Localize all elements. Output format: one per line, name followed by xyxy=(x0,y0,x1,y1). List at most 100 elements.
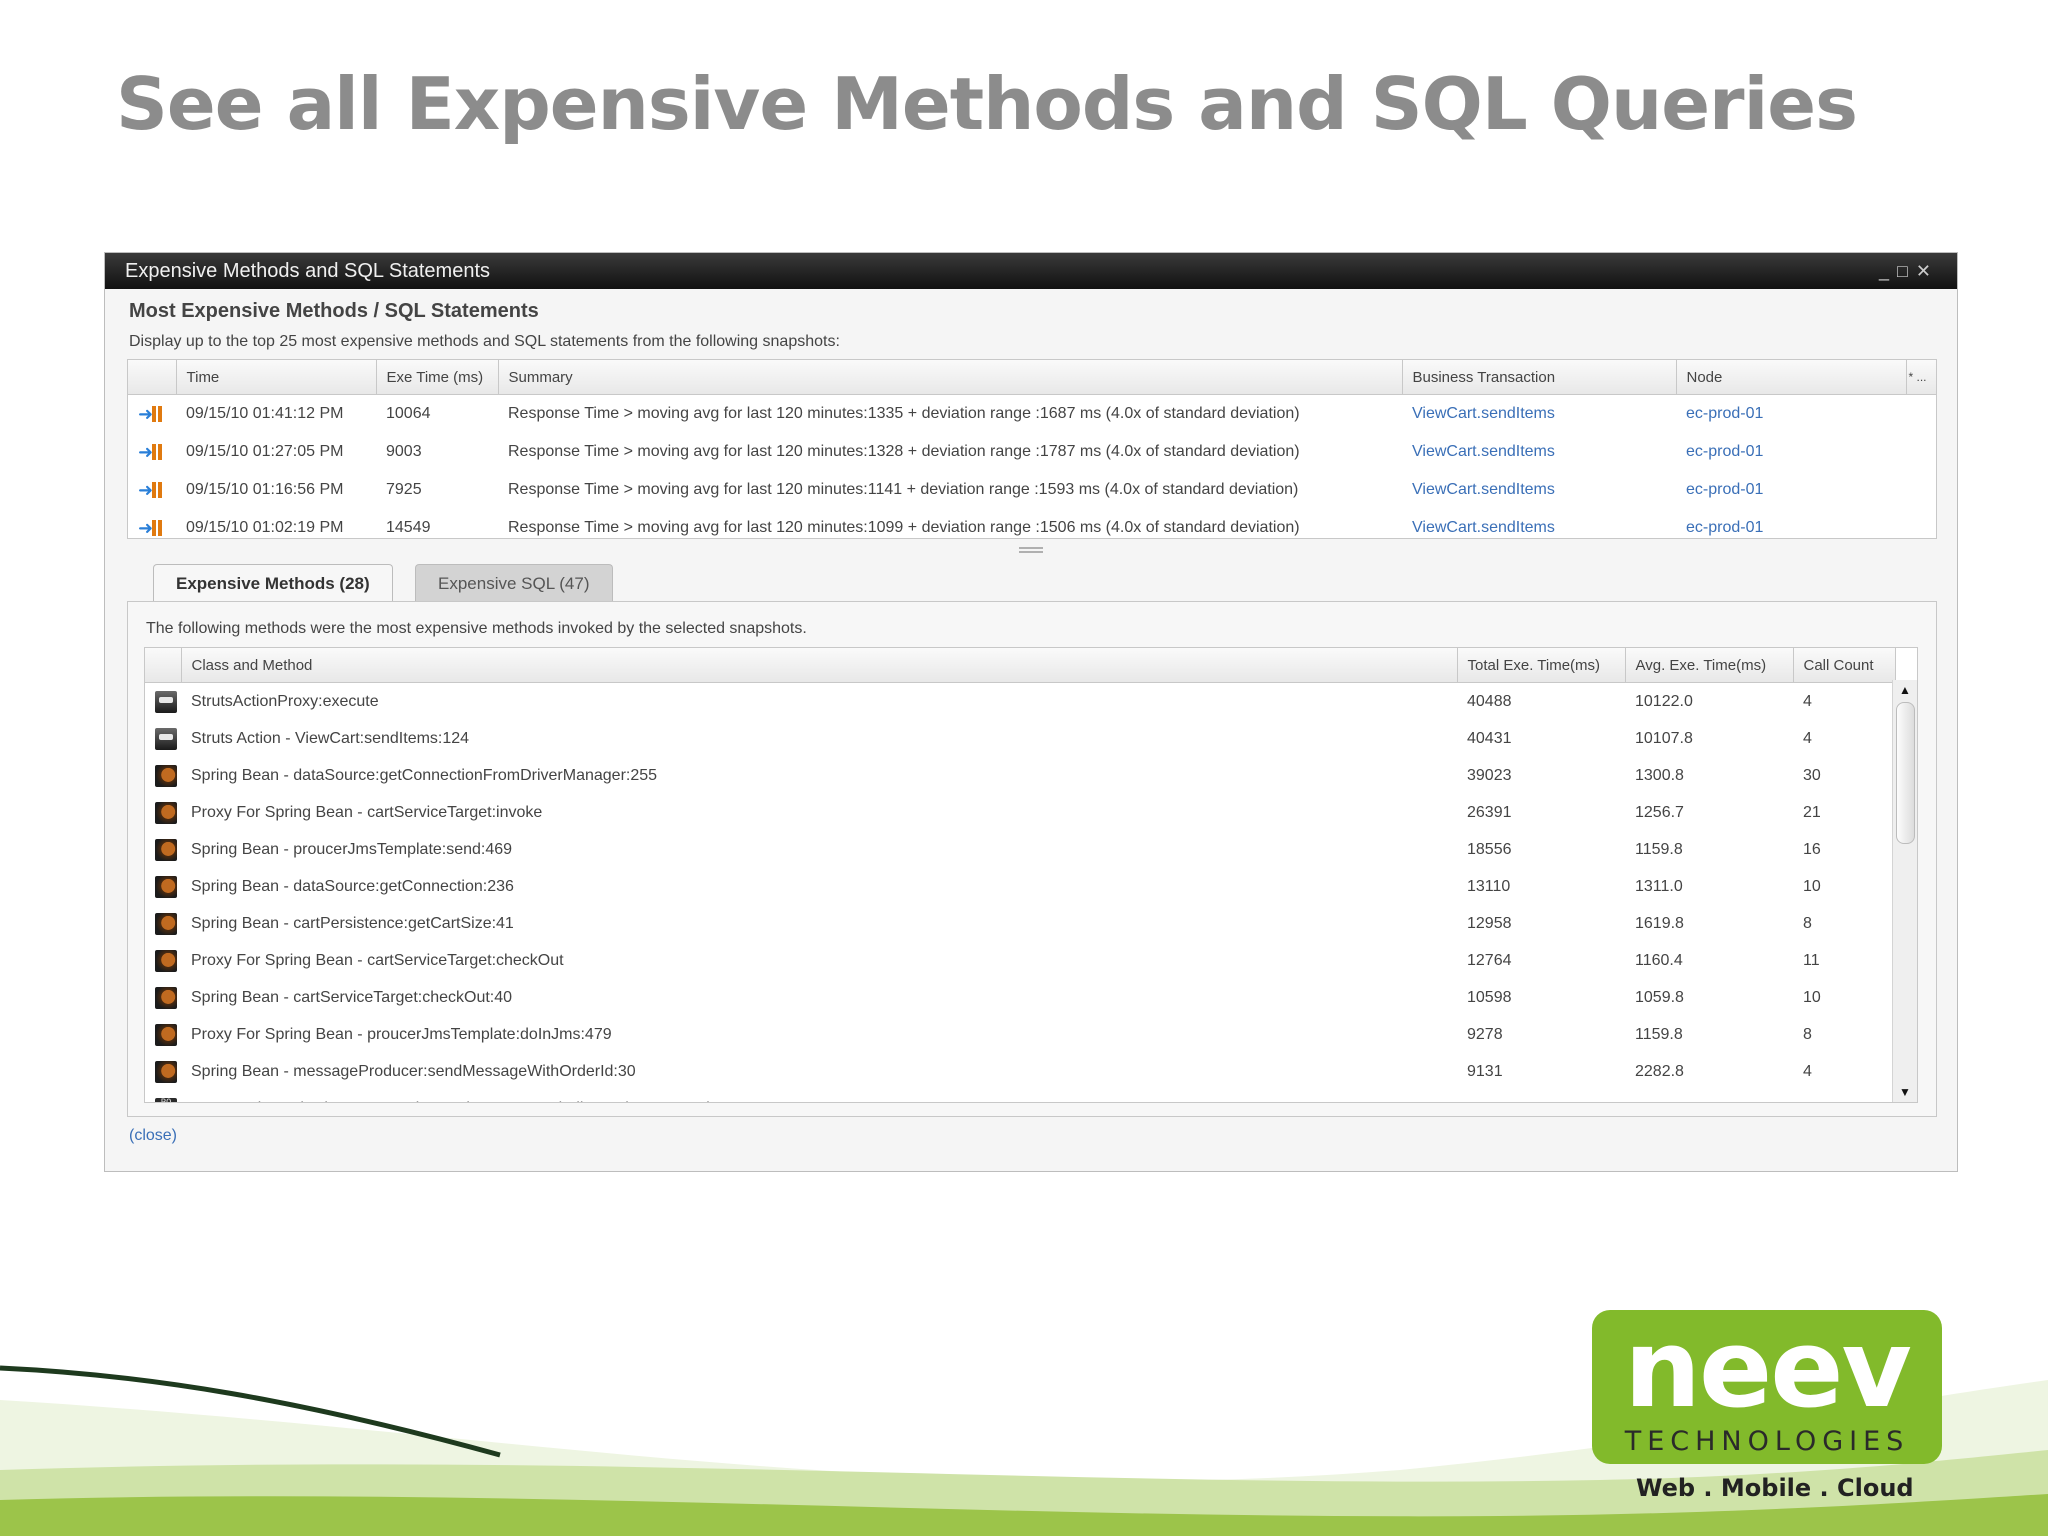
method-total-time: 12764 xyxy=(1467,951,1512,969)
snapshots-header-row: Time Exe Time (ms) Summary Business Tran… xyxy=(128,360,1937,395)
snapshot-summary: Response Time > moving avg for last 120 … xyxy=(508,443,1300,460)
column-chooser[interactable]: * ... xyxy=(1906,360,1937,395)
section-title: Most Expensive Methods / SQL Statements xyxy=(129,300,539,322)
snapshot-summary: Response Time > moving avg for last 120 … xyxy=(508,481,1299,498)
column-header-total-time[interactable]: Total Exe. Time(ms) xyxy=(1457,648,1626,683)
method-call-count: 21 xyxy=(1803,803,1821,821)
method-name: Proxy For Spring Bean - cartServiceTarge… xyxy=(191,803,543,821)
method-row[interactable]: Struts Action - ViewCart:sendItems:124 40… xyxy=(145,720,1895,757)
snapshot-drilldown-icon[interactable]: ➜ xyxy=(138,442,164,462)
snapshot-row[interactable]: ➜ 09/15/10 01:27:05 PM 9003 Response Tim… xyxy=(128,433,1936,471)
method-name: com.appdynamics.inventory.OrderServiceSO… xyxy=(181,1090,1457,1103)
column-header-time[interactable]: Time xyxy=(176,360,377,395)
close-link[interactable]: (close) xyxy=(129,1127,177,1145)
spring-bean-icon xyxy=(155,949,177,972)
method-call-count: 10 xyxy=(1793,1090,1895,1103)
method-row[interactable]: Proxy For Spring Bean - proucerJmsTempla… xyxy=(145,1016,1895,1053)
column-header-icon[interactable] xyxy=(128,360,177,395)
method-row[interactable]: Spring Bean - proucerJmsTemplate:send:46… xyxy=(145,831,1895,868)
spring-bean-icon xyxy=(155,912,177,935)
business-transaction-link[interactable]: ViewCart.sendItems xyxy=(1412,443,1555,460)
method-name: Spring Bean - proucerJmsTemplate:send:46… xyxy=(191,840,513,858)
method-row[interactable]: Spring Bean - dataSource:getConnectionFr… xyxy=(145,757,1895,794)
node-link[interactable]: ec-prod-01 xyxy=(1686,405,1763,422)
method-row[interactable]: Spring Bean - cartServiceTarget:checkOut… xyxy=(145,979,1895,1016)
column-header-exe-time[interactable]: Exe Time (ms) xyxy=(376,360,499,395)
snapshot-row[interactable]: ➜ 09/15/10 01:41:12 PM 10064 Response Ti… xyxy=(128,395,1936,434)
method-call-count: 8 xyxy=(1803,914,1812,932)
snapshot-row[interactable]: ➜ 09/15/10 01:02:19 PM 14549 Response Ti… xyxy=(128,509,1936,547)
method-total-time: 10598 xyxy=(1467,988,1512,1006)
column-header-summary[interactable]: Summary xyxy=(498,360,1403,395)
method-row[interactable]: Proxy For Spring Bean - cartServiceTarge… xyxy=(145,794,1895,831)
minimize-icon[interactable]: _ xyxy=(1879,261,1897,281)
window-titlebar: Expensive Methods and SQL Statements _□✕ xyxy=(105,253,1957,289)
node-link[interactable]: ec-prod-01 xyxy=(1686,481,1763,498)
brand-tagline: Web . Mobile . Cloud xyxy=(1636,1474,1914,1502)
method-avg-time: 1300.8 xyxy=(1635,766,1684,784)
method-avg-time: 10122.0 xyxy=(1635,692,1693,710)
node-link[interactable]: ec-prod-01 xyxy=(1686,519,1763,536)
method-avg-time: 2282.8 xyxy=(1635,1062,1684,1080)
business-transaction-link[interactable]: ViewCart.sendItems xyxy=(1412,405,1555,422)
snapshot-time: 09/15/10 01:16:56 PM xyxy=(186,481,344,498)
method-name: Proxy For Spring Bean - cartServiceTarge… xyxy=(191,951,564,969)
method-avg-time: 1619.8 xyxy=(1635,914,1684,932)
snapshot-drilldown-icon[interactable]: ➜ xyxy=(138,518,164,538)
methods-scrollbar[interactable]: ▲ ▼ xyxy=(1892,680,1917,1102)
column-header-call-count[interactable]: Call Count xyxy=(1793,648,1896,683)
window-controls: _□✕ xyxy=(1879,253,1939,289)
node-link[interactable]: ec-prod-01 xyxy=(1686,443,1763,460)
method-row[interactable]: Spring Bean - messageProducer:sendMessag… xyxy=(145,1053,1895,1090)
scroll-up-arrow-icon[interactable]: ▲ xyxy=(1893,680,1917,700)
method-name: Spring Bean - dataSource:getConnection:2… xyxy=(191,877,514,895)
method-name: Spring Bean - messageProducer:sendMessag… xyxy=(191,1062,636,1080)
method-avg-time: 1311.0 xyxy=(1635,877,1683,895)
spring-bean-icon xyxy=(155,986,177,1009)
method-total-time: 18556 xyxy=(1467,840,1512,858)
business-transaction-link[interactable]: ViewCart.sendItems xyxy=(1412,481,1555,498)
struts-icon xyxy=(155,690,177,713)
tab-expensive-methods[interactable]: Expensive Methods (28) xyxy=(153,564,393,603)
snapshot-exe-time: 14549 xyxy=(386,519,431,536)
scrollbar-thumb[interactable] xyxy=(1896,702,1915,844)
snapshot-exe-time: 9003 xyxy=(386,443,422,460)
method-call-count: 10 xyxy=(1803,988,1821,1006)
method-name: StrutsActionProxy:execute xyxy=(191,692,379,710)
window-title: Expensive Methods and SQL Statements xyxy=(125,260,491,282)
snapshot-row[interactable]: ➜ 09/15/10 01:16:56 PM 7925 Response Tim… xyxy=(128,471,1936,509)
snapshot-drilldown-icon[interactable]: ➜ xyxy=(138,404,164,424)
method-avg-time: 1159.8 xyxy=(1635,840,1683,858)
method-avg-time: 1159.8 xyxy=(1635,1025,1683,1043)
methods-description: The following methods were the most expe… xyxy=(146,620,807,637)
method-total-time: 7066 xyxy=(1457,1090,1625,1103)
method-row[interactable]: Spring Bean - cartPersistence:getCartSiz… xyxy=(145,905,1895,942)
panel-splitter-handle[interactable] xyxy=(1019,547,1043,553)
methods-table: Class and Method Total Exe. Time(ms) Avg… xyxy=(144,647,1918,1103)
snapshot-exe-time: 10064 xyxy=(386,405,431,422)
scroll-down-arrow-icon[interactable]: ▼ xyxy=(1893,1082,1917,1102)
column-header-avg-time[interactable]: Avg. Exe. Time(ms) xyxy=(1625,648,1794,683)
column-header-class-method[interactable]: Class and Method xyxy=(181,648,1458,683)
snapshot-time: 09/15/10 01:41:12 PM xyxy=(186,405,344,422)
column-header-icon[interactable] xyxy=(145,648,182,683)
method-row[interactable]: Proxy For Spring Bean - cartServiceTarge… xyxy=(145,942,1895,979)
method-row[interactable]: POJO com.appdynamics.inventory.OrderServi… xyxy=(145,1090,1895,1103)
snapshot-summary: Response Time > moving avg for last 120 … xyxy=(508,405,1300,422)
method-total-time: 40431 xyxy=(1467,729,1512,747)
snapshot-time: 09/15/10 01:02:19 PM xyxy=(186,519,344,536)
column-header-business-transaction[interactable]: Business Transaction xyxy=(1402,360,1677,395)
method-row[interactable]: StrutsActionProxy:execute 40488 10122.0 4 xyxy=(145,683,1895,721)
method-avg-time: 706.6 xyxy=(1625,1090,1793,1103)
method-total-time: 9278 xyxy=(1467,1025,1503,1043)
business-transaction-link[interactable]: ViewCart.sendItems xyxy=(1412,519,1555,536)
maximize-icon[interactable]: □ xyxy=(1897,261,1916,281)
method-row[interactable]: Spring Bean - dataSource:getConnection:2… xyxy=(145,868,1895,905)
method-total-time: 12958 xyxy=(1467,914,1512,932)
method-name: Spring Bean - cartServiceTarget:checkOut… xyxy=(191,988,513,1006)
methods-header-row: Class and Method Total Exe. Time(ms) Avg… xyxy=(145,648,1896,683)
close-window-icon[interactable]: ✕ xyxy=(1916,261,1939,281)
tab-expensive-sql[interactable]: Expensive SQL (47) xyxy=(415,564,613,603)
column-header-node[interactable]: Node xyxy=(1676,360,1907,395)
snapshot-drilldown-icon[interactable]: ➜ xyxy=(138,480,164,500)
